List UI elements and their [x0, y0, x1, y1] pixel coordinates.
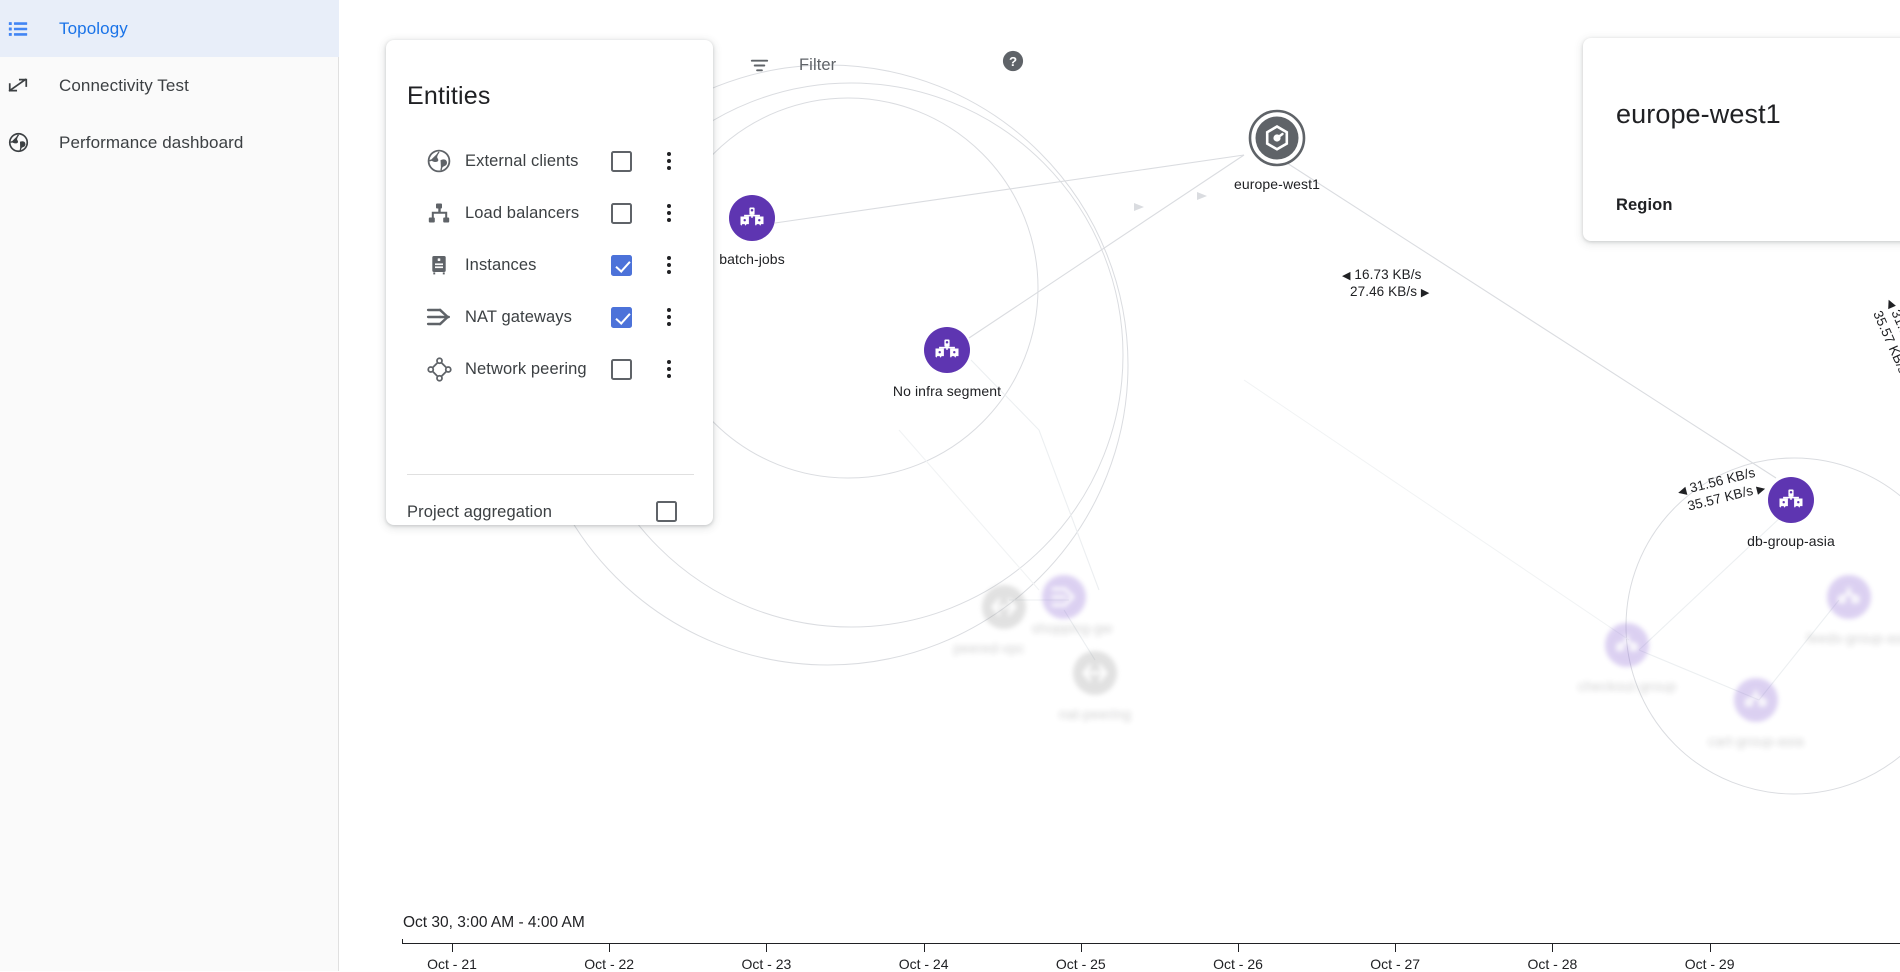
entities-panel-title: Entities: [407, 82, 491, 110]
entity-details-card: europe-west1 Region: [1583, 38, 1900, 241]
timeline-tick-label: Oct - 21: [427, 956, 477, 972]
sidebar-item-label: Performance dashboard: [59, 132, 244, 152]
entity-row-instances[interactable]: Instances: [407, 244, 694, 286]
entity-details-type: Region: [1616, 196, 1673, 214]
timeline-axis: [402, 939, 1900, 944]
instance-icon: [426, 252, 452, 278]
list-icon: [6, 17, 30, 41]
timeline-tick: [609, 943, 611, 952]
connectivity-test-icon: [6, 74, 30, 98]
node-label-nat-peering: nat-peering: [1059, 706, 1131, 722]
node-label-cart-group-asia: cart-group-asia: [1708, 733, 1804, 749]
entity-checkbox-load-balancers[interactable]: [611, 202, 632, 224]
graph-node-no-infra-segment: [924, 327, 970, 373]
timeline-tick: [1709, 943, 1711, 952]
entity-label: Load balancers: [465, 203, 580, 222]
graph-node-shopping-gw: [1042, 575, 1086, 619]
sidebar-item-topology[interactable]: Topology: [0, 0, 339, 57]
timeline-tick: [1080, 943, 1082, 952]
entity-details-title: europe-west1: [1616, 99, 1781, 129]
entity-checkbox-nat-gateways[interactable]: [611, 306, 632, 328]
more-options-icon[interactable]: [657, 149, 681, 173]
more-options-icon[interactable]: [657, 201, 681, 225]
sidebar-item-label: Connectivity Test: [59, 75, 189, 95]
sidebar-item-label: Topology: [59, 18, 128, 38]
timeline-tick-label: Oct - 25: [1055, 956, 1106, 972]
filter-bar[interactable]: Filter: [748, 48, 836, 82]
entity-row-nat-gateways[interactable]: NAT gateways: [407, 296, 694, 338]
entity-label: Network peering: [465, 359, 587, 378]
graph-node-batch-jobs: [729, 195, 775, 241]
sidebar-item-connectivity-test[interactable]: Connectivity Test: [0, 57, 339, 114]
entity-row-network-peering[interactable]: Network peering: [407, 348, 694, 390]
node-label-batch-jobs: batch-jobs: [719, 251, 785, 267]
project-aggregation-checkbox[interactable]: [656, 501, 677, 522]
graph-node-peered-vpc: [982, 585, 1026, 629]
graph-node-cart-group-asia: [1734, 678, 1778, 722]
node-label-europe-west1: europe-west1: [1233, 176, 1321, 192]
nat-gateway-icon: [426, 304, 452, 330]
load-balancer-icon: [426, 200, 452, 226]
timeline-tick-label: Oct - 27: [1370, 956, 1421, 972]
network-peering-icon: [426, 356, 452, 382]
sidebar-item-performance-dashboard[interactable]: Performance dashboard: [0, 114, 339, 171]
entity-checkbox-instances[interactable]: [611, 254, 632, 276]
timeline[interactable]: Oct 30, 3:00 AM - 4:00 AM Oct - 21 Oct - …: [339, 890, 1900, 972]
node-label-checkout-group: checkout-group: [1578, 678, 1676, 694]
graph-node-checkout-group: [1605, 623, 1649, 667]
left-sidebar: Topology Connectivity Test Performance d…: [0, 0, 339, 971]
timeline-tick: [1552, 943, 1554, 952]
timeline-tick: [923, 943, 925, 952]
entity-row-load-balancers[interactable]: Load balancers: [407, 192, 694, 234]
node-label-peered-vpc: peered-vpc: [953, 640, 1025, 656]
edge-label-batch-jobs: ◀ 16.73 KB/s 27.46 KB/s ▶: [1342, 267, 1430, 299]
timeline-tick-label: Oct - 24: [898, 956, 949, 972]
entity-checkbox-external-clients[interactable]: [611, 150, 632, 172]
filter-icon[interactable]: [748, 54, 771, 77]
more-options-icon[interactable]: [657, 305, 681, 329]
divider: [407, 474, 694, 475]
graph-node-europe-west1: [1248, 109, 1306, 167]
timeline-tick-label: Oct - 26: [1213, 956, 1263, 972]
node-label-db-group-asia: db-group-asia: [1747, 533, 1835, 549]
timeline-tick: [452, 943, 453, 952]
entity-row-external-clients[interactable]: External clients: [407, 140, 694, 182]
entity-label: Instances: [465, 255, 537, 274]
node-label-feeds-group-asia: feeds-group-asia: [1806, 630, 1900, 646]
timeline-range-label: Oct 30, 3:00 AM - 4:00 AM: [403, 914, 585, 931]
node-label-shopping-gw: shopping-gw: [1031, 620, 1113, 636]
timeline-tick-label: Oct - 29: [1684, 956, 1735, 972]
timeline-tick-label: Oct - 22: [584, 956, 635, 972]
graph-node-db-group-asia: [1768, 477, 1814, 523]
entity-checkbox-network-peering[interactable]: [611, 358, 632, 380]
more-options-icon[interactable]: [657, 253, 681, 277]
timeline-tick: [766, 943, 768, 952]
svg-text:?: ?: [1009, 54, 1017, 69]
graph-node-nat-peering: [1073, 651, 1117, 695]
more-options-icon[interactable]: [657, 357, 681, 381]
entity-label: External clients: [465, 151, 579, 170]
entities-panel: Entities External clients Load balancers: [386, 40, 713, 525]
globe-icon: [426, 148, 452, 174]
globe-icon: [6, 131, 30, 155]
timeline-tick-label: Oct - 23: [741, 956, 792, 972]
timeline-tick: [1238, 943, 1239, 952]
edge-ingress-value: 16.73 KB/s: [1354, 267, 1422, 282]
filter-input[interactable]: Filter: [799, 56, 836, 75]
project-aggregation-row[interactable]: Project aggregation: [407, 492, 694, 532]
graph-node-feeds-group-asia: [1827, 575, 1871, 619]
project-aggregation-label: Project aggregation: [407, 502, 552, 521]
edge-egress-value: 27.46 KB/s: [1350, 284, 1418, 299]
node-label-no-infra-segment: No infra segment: [892, 383, 1002, 399]
help-icon[interactable]: ?: [1002, 50, 1024, 72]
timeline-tick: [1395, 943, 1397, 952]
entity-label: NAT gateways: [465, 307, 572, 326]
timeline-tick-label: Oct - 28: [1527, 956, 1578, 972]
